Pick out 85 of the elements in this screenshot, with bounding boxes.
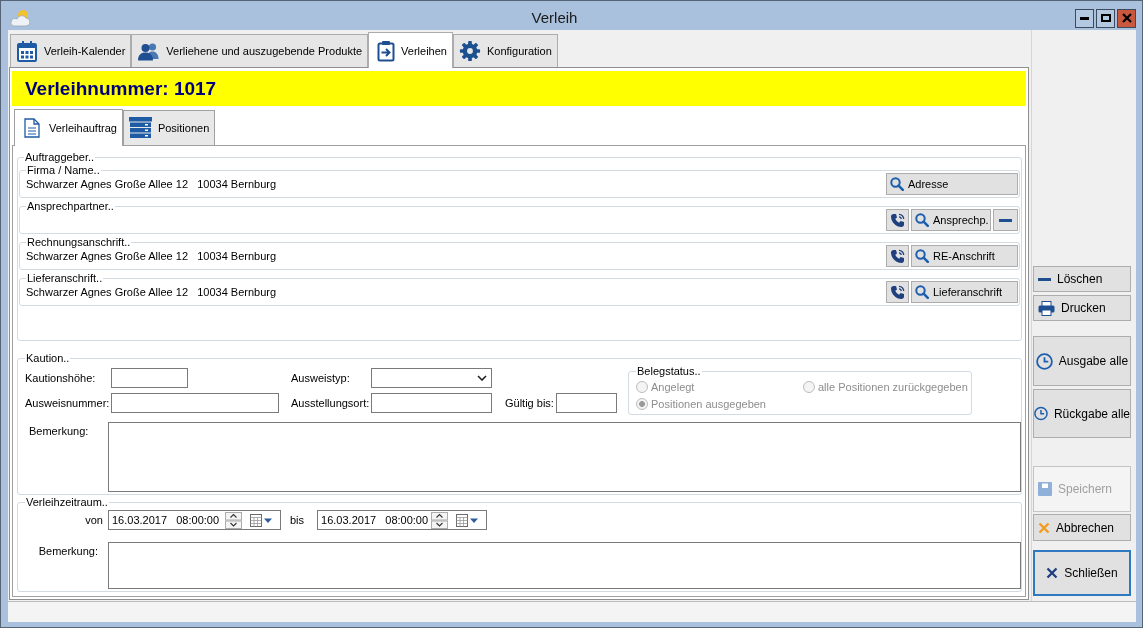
document-icon (24, 118, 40, 138)
print-button[interactable]: Drucken (1033, 295, 1131, 321)
remark-label: Bemerkung: (38, 545, 98, 558)
up-down-arrows-icon[interactable] (225, 511, 242, 529)
remove-button[interactable] (993, 209, 1018, 231)
tab[interactable]: Verleihauftrag (14, 109, 123, 146)
address-text: Schwarzer Agnes Große Allee 12 10034 Bernburg (26, 286, 277, 298)
minus-icon (999, 218, 1012, 222)
minimize-button[interactable] (1075, 8, 1094, 28)
printer-icon (1038, 300, 1055, 316)
radio-label: alle Positionen zurückgegeben (818, 380, 968, 393)
tab[interactable]: Positionen (122, 110, 216, 145)
field-label: Ausweistyp: (291, 372, 350, 384)
maximize-button[interactable] (1096, 8, 1115, 28)
search-icon (915, 285, 929, 299)
phone-icon (890, 248, 905, 264)
search-icon (915, 249, 929, 263)
radio-label: Angelegt (651, 380, 695, 393)
datetime-field[interactable]: 16.03.2017 08:00:00 (317, 510, 488, 530)
tab[interactable]: Konfiguration (452, 34, 558, 67)
calendar-dropdown-icon[interactable] (250, 513, 273, 527)
address-text: Schwarzer Agnes Große Allee 12 10034 Bernburg (26, 178, 277, 190)
input-field[interactable] (556, 393, 617, 413)
group-title: Auftraggeber.. (24, 151, 96, 164)
delete-button[interactable]: Löschen (1033, 266, 1131, 292)
window-close-button[interactable] (1117, 8, 1136, 28)
chevron-down-icon (477, 375, 487, 381)
input-field[interactable] (111, 393, 279, 413)
cross-icon (1038, 521, 1050, 534)
cloud-sun-icon (9, 9, 31, 27)
field-label: bis (290, 513, 305, 527)
close-button[interactable]: Schließen (1033, 550, 1131, 596)
group-title: Belegstatus.. (636, 365, 702, 378)
window-title: Verleih (531, 9, 578, 27)
field-label: Ausweisnummer: (25, 397, 110, 409)
cancel-button[interactable]: Abbrechen (1033, 514, 1131, 541)
issue-all-button[interactable]: Ausgabe alle (1033, 336, 1131, 386)
minus-icon (1038, 277, 1051, 281)
remark-field[interactable] (108, 542, 1021, 589)
phone-icon (890, 212, 905, 228)
field-label: Kautionshöhe: (25, 372, 96, 384)
call-button[interactable] (886, 281, 909, 303)
settings-icon (458, 40, 481, 62)
search-button[interactable]: Adresse (886, 173, 1018, 195)
server-stack-icon (128, 117, 152, 139)
datetime-field[interactable]: 16.03.2017 08:00:00 (108, 510, 281, 530)
search-button[interactable]: RE-Anschrift (911, 245, 1018, 267)
call-button[interactable] (886, 209, 909, 231)
input-field[interactable] (371, 393, 492, 413)
group-title: Firma / Name.. (26, 164, 101, 177)
close-icon (1046, 567, 1059, 579)
search-icon (915, 213, 929, 227)
radio-label: Positionen ausgegeben (651, 397, 766, 410)
call-button[interactable] (886, 245, 909, 267)
phone-icon (890, 284, 905, 300)
group-title: Rechnungsanschrift.. (26, 236, 132, 249)
group-title: Kaution.. (25, 352, 71, 365)
input-field[interactable] (111, 368, 188, 388)
field-label: Ausstellungsort: (291, 397, 370, 409)
group-title: Lieferanschrift.. (26, 272, 104, 285)
calendar-dropdown-icon[interactable] (456, 513, 480, 527)
banner-title: Verleihnummer: 1017 (25, 77, 217, 100)
close-icon (1121, 13, 1132, 23)
return-all-button[interactable]: Rückgabe alle (1033, 389, 1131, 438)
search-button[interactable]: Lieferanschrift (911, 281, 1018, 303)
search-icon (890, 177, 904, 191)
remark-label: Bemerkung: (29, 425, 89, 438)
search-button[interactable]: Ansprechp. (911, 209, 991, 231)
calendar-icon (16, 40, 38, 62)
maximize-icon (1100, 14, 1111, 22)
tab[interactable]: Verleih-Kalender (10, 34, 132, 67)
group-title: Verleihzeitraum.. (25, 496, 109, 509)
select-field[interactable] (371, 368, 492, 388)
group-title: Ansprechpartner.. (26, 200, 115, 213)
address-text: Schwarzer Agnes Große Allee 12 10034 Bernburg (26, 250, 277, 262)
field-label: von (85, 513, 103, 527)
users-icon (137, 41, 161, 61)
tab[interactable]: Verliehene und auszugebende Produkte (131, 34, 369, 67)
up-down-arrows-icon[interactable] (431, 511, 449, 529)
tab[interactable]: Verleihen (368, 32, 453, 68)
minimize-icon (1080, 16, 1089, 20)
clock-icon (1034, 405, 1048, 422)
clock-icon (1035, 352, 1053, 370)
remark-field[interactable] (108, 422, 1021, 492)
field-label: Gültig bis: (505, 397, 554, 409)
